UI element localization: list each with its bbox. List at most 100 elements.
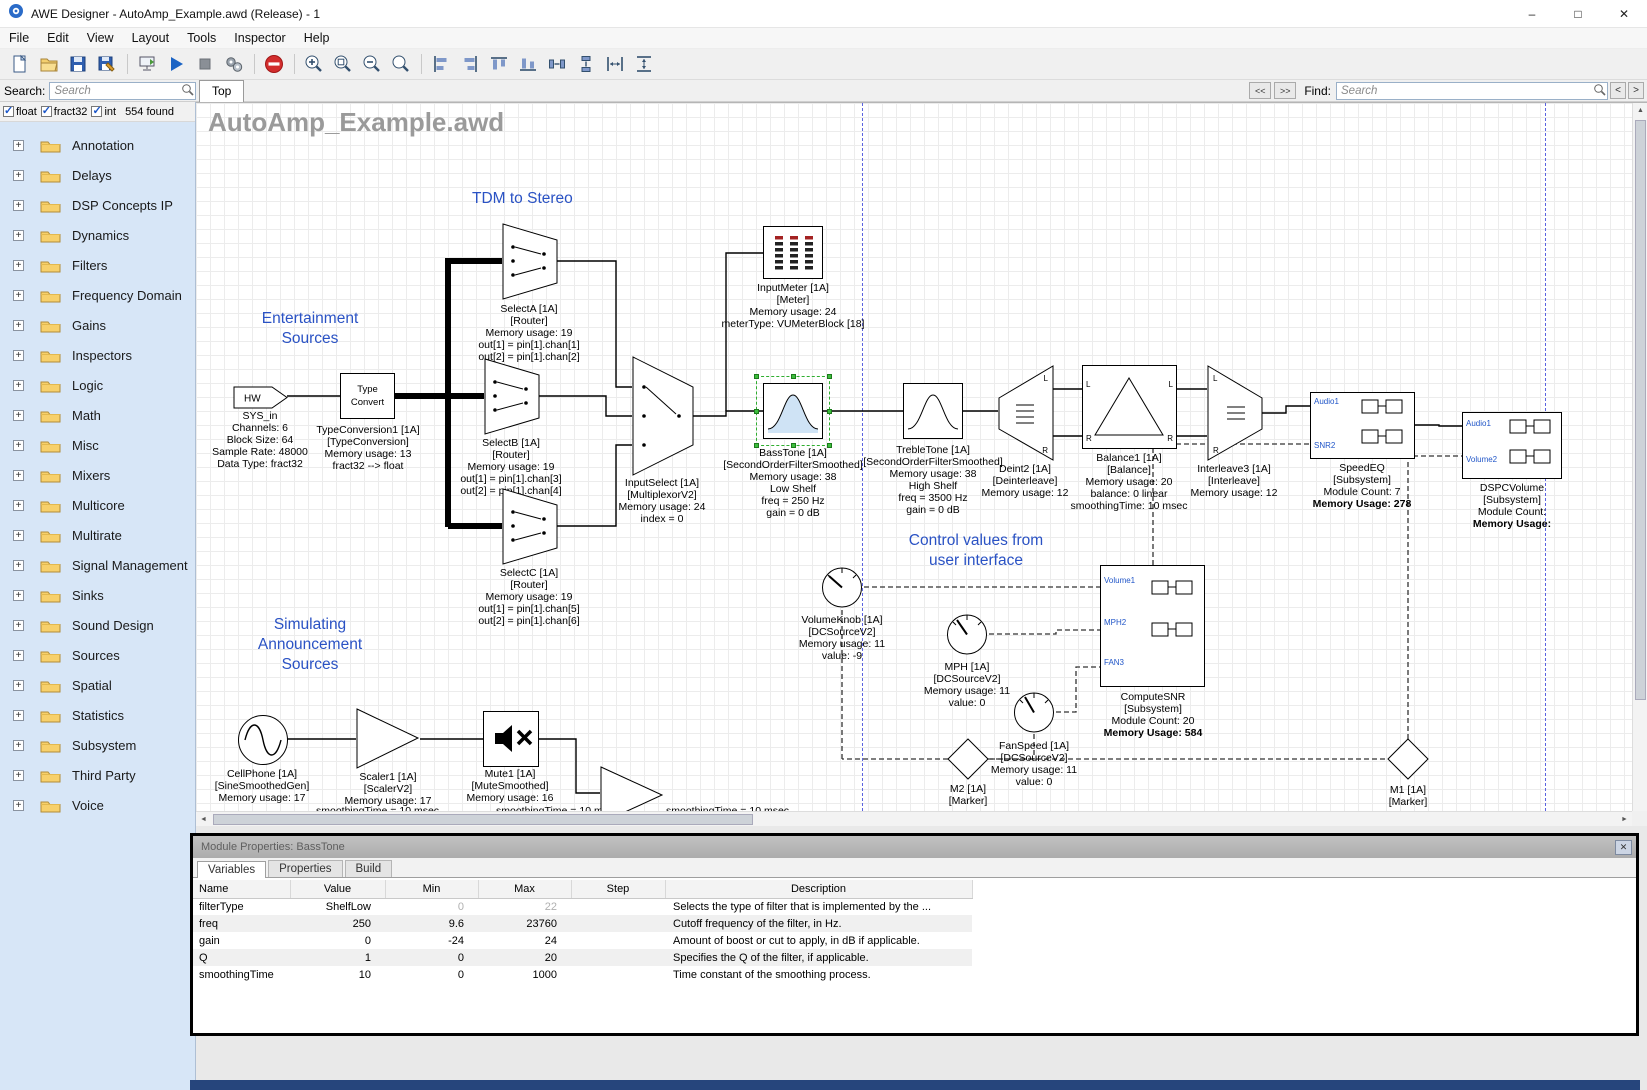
sidebar-item-gains[interactable]: +Gains <box>0 310 195 340</box>
space-horizontal-button[interactable] <box>601 51 628 77</box>
module-m2-marker[interactable] <box>947 738 989 780</box>
module-search-input[interactable] <box>50 84 181 98</box>
stop-button[interactable] <box>191 51 218 77</box>
expand-icon[interactable]: + <box>13 290 24 301</box>
expand-icon[interactable]: + <box>13 350 24 361</box>
maximize-button[interactable]: □ <box>1555 0 1601 27</box>
expand-icon[interactable]: + <box>13 170 24 181</box>
expand-icon[interactable]: + <box>13 680 24 691</box>
horizontal-scroll-thumb[interactable] <box>213 814 753 825</box>
expand-icon[interactable]: + <box>13 470 24 481</box>
menu-edit[interactable]: Edit <box>38 31 78 45</box>
align-bottom-button[interactable] <box>514 51 541 77</box>
zoom-fit-button[interactable] <box>329 51 356 77</box>
filter-int[interactable]: int <box>91 106 116 118</box>
sidebar-item-subsystem[interactable]: +Subsystem <box>0 730 195 760</box>
module-computesnr[interactable]: Volume1MPH2FAN3 <box>1100 565 1205 687</box>
zoom-tool-button[interactable] <box>387 51 414 77</box>
tab-scroll-right-button[interactable]: > <box>1628 82 1644 99</box>
canvas-tab-top[interactable]: Top <box>199 80 244 102</box>
close-button[interactable]: ✕ <box>1601 0 1647 27</box>
expand-icon[interactable]: + <box>13 590 24 601</box>
sidebar-item-dynamics[interactable]: +Dynamics <box>0 220 195 250</box>
sidebar-item-math[interactable]: +Math <box>0 400 195 430</box>
sidebar-item-sound-design[interactable]: +Sound Design <box>0 610 195 640</box>
find-next-button[interactable]: >> <box>1274 82 1296 99</box>
scroll-up-icon[interactable]: ▲ <box>1633 103 1647 118</box>
find-input[interactable] <box>1337 84 1593 98</box>
var-row-filterType[interactable]: filterTypeShelfLow022Selects the type of… <box>193 898 972 915</box>
tab-scroll-left-button[interactable]: < <box>1610 82 1626 99</box>
menu-inspector[interactable]: Inspector <box>225 31 294 45</box>
column-header-max[interactable]: Max <box>478 880 571 898</box>
module-sys-in[interactable]: HW <box>233 386 289 409</box>
module-dspcvolume[interactable]: Audio1Volume2 <box>1462 412 1562 479</box>
module-typeconversion[interactable]: TypeConvert <box>340 373 395 419</box>
expand-icon[interactable]: + <box>13 380 24 391</box>
sidebar-item-voice[interactable]: +Voice <box>0 790 195 820</box>
build-settings-button[interactable] <box>220 51 247 77</box>
expand-icon[interactable]: + <box>13 710 24 721</box>
module-inputselect[interactable] <box>632 356 694 476</box>
module-scaler1[interactable] <box>356 708 420 770</box>
checkbox-icon[interactable] <box>91 106 102 117</box>
menu-file[interactable]: File <box>0 31 38 45</box>
menu-view[interactable]: View <box>78 31 123 45</box>
expand-icon[interactable]: + <box>13 230 24 241</box>
module-cellphone[interactable] <box>237 714 289 766</box>
align-left-button[interactable] <box>427 51 454 77</box>
column-header-step[interactable]: Step <box>571 880 665 898</box>
checkbox-icon[interactable] <box>3 106 14 117</box>
sidebar-item-mixers[interactable]: +Mixers <box>0 460 195 490</box>
sidebar-item-dsp-concepts-ip[interactable]: +DSP Concepts IP <box>0 190 195 220</box>
expand-icon[interactable]: + <box>13 440 24 451</box>
distribute-vertical-button[interactable] <box>572 51 599 77</box>
expand-icon[interactable]: + <box>13 140 24 151</box>
scroll-right-icon[interactable]: ► <box>1617 812 1632 826</box>
column-header-min[interactable]: Min <box>385 880 478 898</box>
expand-icon[interactable]: + <box>13 410 24 421</box>
vertical-scrollbar[interactable]: ▲ ▼ <box>1632 103 1647 826</box>
expand-icon[interactable]: + <box>13 770 24 781</box>
sidebar-item-annotation[interactable]: +Annotation <box>0 130 195 160</box>
zoom-in-button[interactable] <box>300 51 327 77</box>
sidebar-item-sources[interactable]: +Sources <box>0 640 195 670</box>
sidebar-item-filters[interactable]: +Filters <box>0 250 195 280</box>
align-right-button[interactable] <box>456 51 483 77</box>
halt-audio-button[interactable] <box>260 51 287 77</box>
module-mph-dial[interactable] <box>945 612 989 656</box>
run-button[interactable] <box>162 51 189 77</box>
column-header-value[interactable]: Value <box>290 880 385 898</box>
expand-icon[interactable]: + <box>13 740 24 751</box>
vertical-scroll-thumb[interactable] <box>1635 120 1646 700</box>
var-row-Q[interactable]: Q1020Specifies the Q of the filter, if a… <box>193 949 972 966</box>
sidebar-item-sinks[interactable]: +Sinks <box>0 580 195 610</box>
sidebar-item-delays[interactable]: +Delays <box>0 160 195 190</box>
module-fanspeed-dial[interactable] <box>1012 690 1056 734</box>
var-row-gain[interactable]: gain0-2424Amount of boost or cut to appl… <box>193 932 972 949</box>
expand-icon[interactable]: + <box>13 260 24 271</box>
menu-layout[interactable]: Layout <box>123 31 179 45</box>
expand-icon[interactable]: + <box>13 200 24 211</box>
panel-tab-build[interactable]: Build <box>345 860 393 877</box>
space-vertical-button[interactable] <box>630 51 657 77</box>
module-interleave3[interactable]: LR <box>1207 365 1263 461</box>
expand-icon[interactable]: + <box>13 620 24 631</box>
panel-tab-variables[interactable]: Variables <box>197 861 266 878</box>
save-button[interactable] <box>64 51 91 77</box>
sidebar-item-multirate[interactable]: +Multirate <box>0 520 195 550</box>
var-row-freq[interactable]: freq2509.623760Cutoff frequency of the f… <box>193 915 972 932</box>
filter-fract32[interactable]: fract32 <box>41 106 88 118</box>
module-balance1[interactable]: LRLR <box>1082 365 1177 449</box>
sidebar-item-misc[interactable]: +Misc <box>0 430 195 460</box>
column-header-description[interactable]: Description <box>665 880 972 898</box>
expand-icon[interactable]: + <box>13 560 24 571</box>
zoom-out-button[interactable] <box>358 51 385 77</box>
sidebar-item-third-party[interactable]: +Third Party <box>0 760 195 790</box>
column-header-name[interactable]: Name <box>193 880 290 898</box>
align-top-button[interactable] <box>485 51 512 77</box>
sidebar-item-signal-management[interactable]: +Signal Management <box>0 550 195 580</box>
module-deint2[interactable]: LR <box>998 365 1054 461</box>
module-selecta[interactable] <box>502 223 558 300</box>
sidebar-item-statistics[interactable]: +Statistics <box>0 700 195 730</box>
